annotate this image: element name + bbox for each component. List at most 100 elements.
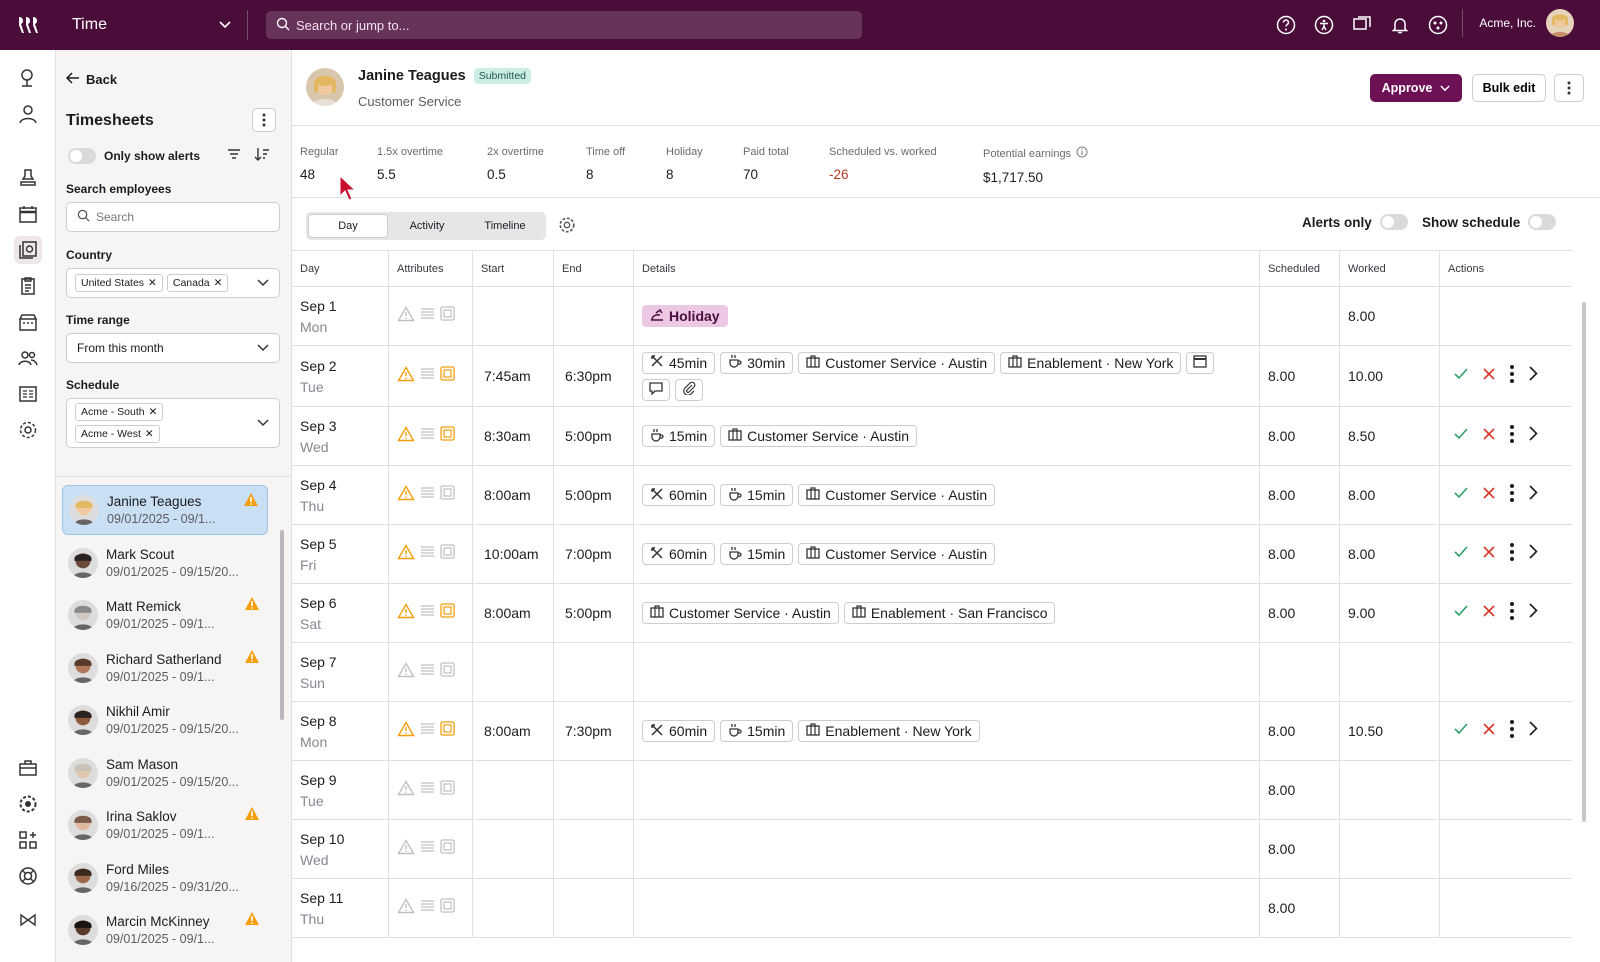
employee-list-item[interactable]: Ford Miles 09/16/2025 - 09/31/20... bbox=[62, 853, 268, 903]
notes-icon[interactable] bbox=[420, 367, 435, 386]
end-time-cell[interactable]: 7:30pm bbox=[553, 702, 633, 760]
employee-list-scrollbar[interactable] bbox=[280, 530, 284, 720]
notes-icon[interactable] bbox=[420, 604, 435, 623]
notes-icon[interactable] bbox=[420, 486, 435, 505]
photo-icon[interactable] bbox=[440, 780, 455, 800]
rest-break-pill[interactable]: 30min bbox=[720, 351, 794, 374]
table-row[interactable]: Sep 8 Mon 8:00am 7:30pm 60min 15min Enablement… bbox=[292, 702, 1572, 761]
column-header-worked[interactable]: Worked bbox=[1339, 251, 1439, 287]
view-settings-gear-icon[interactable] bbox=[558, 216, 576, 239]
column-header-scheduled[interactable]: Scheduled bbox=[1259, 251, 1339, 287]
location-pin-icon[interactable] bbox=[14, 64, 42, 92]
row-kebab-icon[interactable] bbox=[1510, 483, 1514, 507]
global-search[interactable] bbox=[266, 11, 862, 39]
department-location-pill[interactable]: Enablement · San Francisco bbox=[843, 602, 1056, 624]
user-avatar[interactable] bbox=[1546, 9, 1574, 37]
row-kebab-icon[interactable] bbox=[1510, 424, 1514, 448]
calendar-icon[interactable] bbox=[14, 200, 42, 228]
remove-chip-icon[interactable]: ✕ bbox=[148, 277, 157, 289]
start-time-cell[interactable] bbox=[472, 820, 553, 878]
meal-break-pill[interactable]: 60min bbox=[642, 484, 716, 506]
photo-icon[interactable] bbox=[440, 839, 455, 859]
end-time-cell[interactable] bbox=[553, 287, 633, 345]
notes-icon[interactable] bbox=[420, 427, 435, 446]
warning-icon[interactable] bbox=[397, 720, 415, 742]
collapse-sidebar-icon[interactable] bbox=[14, 906, 42, 934]
chevron-right-icon[interactable] bbox=[1529, 485, 1538, 505]
reject-x-icon[interactable] bbox=[1483, 545, 1495, 563]
back-button[interactable]: Back bbox=[65, 72, 117, 87]
table-row[interactable]: Sep 1 Mon Holiday 8.00 bbox=[292, 287, 1572, 346]
tab-activity[interactable]: Activity bbox=[388, 214, 466, 238]
country-select[interactable]: United States ✕ Canada ✕ bbox=[66, 268, 280, 298]
start-time-cell[interactable]: 7:45am bbox=[472, 346, 553, 406]
column-header-attributes[interactable]: Attributes bbox=[388, 251, 472, 287]
report-icon[interactable] bbox=[14, 380, 42, 408]
start-time-cell[interactable] bbox=[472, 879, 553, 937]
photo-icon[interactable] bbox=[440, 366, 455, 386]
clipboard-icon[interactable] bbox=[14, 272, 42, 300]
column-header-start[interactable]: Start bbox=[472, 251, 553, 287]
show-schedule-toggle[interactable] bbox=[1528, 214, 1557, 230]
start-time-cell[interactable]: 8:30am bbox=[472, 407, 553, 465]
table-row[interactable]: Sep 6 Sat 8:00am 5:00pm Customer Service · A… bbox=[292, 584, 1572, 643]
photo-icon[interactable] bbox=[440, 898, 455, 918]
department-location-pill[interactable]: Enablement · New York bbox=[1000, 351, 1182, 374]
end-time-cell[interactable]: 7:00pm bbox=[553, 525, 633, 583]
remove-chip-icon[interactable]: ✕ bbox=[149, 406, 158, 418]
department-location-pill[interactable]: Customer Service · Austin bbox=[642, 602, 839, 624]
row-kebab-icon[interactable] bbox=[1510, 601, 1514, 625]
approve-button[interactable]: Approve bbox=[1370, 74, 1462, 102]
accessibility-icon[interactable] bbox=[1310, 11, 1338, 39]
start-time-cell[interactable] bbox=[472, 643, 553, 701]
attachment-pill[interactable] bbox=[675, 378, 703, 401]
settings-gear-icon[interactable] bbox=[14, 416, 42, 444]
photo-icon[interactable] bbox=[440, 306, 455, 326]
company-menu[interactable]: Acme, Inc. bbox=[1462, 9, 1574, 37]
rest-break-pill[interactable]: 15min bbox=[642, 425, 716, 447]
chevron-right-icon[interactable] bbox=[1529, 426, 1538, 446]
more-options-button[interactable] bbox=[1554, 74, 1584, 102]
column-header-end[interactable]: End bbox=[553, 251, 633, 287]
warning-icon[interactable] bbox=[397, 365, 415, 387]
people-icon[interactable] bbox=[14, 344, 42, 372]
photo-icon[interactable] bbox=[440, 721, 455, 741]
table-row[interactable]: Sep 3 Wed 8:30am 5:00pm 15min Customer Servic… bbox=[292, 407, 1572, 466]
warning-icon[interactable] bbox=[397, 425, 415, 447]
bulk-edit-button[interactable]: Bulk edit bbox=[1472, 74, 1546, 102]
person-icon[interactable] bbox=[14, 100, 42, 128]
photo-icon[interactable] bbox=[440, 603, 455, 623]
employee-list-item[interactable]: Mark Scout 09/01/2025 - 09/15/20... bbox=[62, 538, 268, 588]
column-header-day[interactable]: Day bbox=[292, 251, 388, 287]
chevron-right-icon[interactable] bbox=[1529, 544, 1538, 564]
notes-icon[interactable] bbox=[420, 899, 435, 918]
briefcase-icon[interactable] bbox=[14, 754, 42, 782]
chat-icon[interactable] bbox=[1348, 11, 1376, 39]
warning-icon[interactable] bbox=[397, 897, 415, 919]
employee-list-item[interactable]: Janine Teagues 09/01/2025 - 09/1... bbox=[62, 485, 268, 535]
approve-check-icon[interactable] bbox=[1454, 367, 1468, 385]
column-header-actions[interactable]: Actions bbox=[1439, 251, 1572, 287]
employee-list-item[interactable]: Sam Mason 09/01/2025 - 09/15/20... bbox=[62, 748, 268, 798]
notes-icon[interactable] bbox=[420, 663, 435, 682]
start-time-cell[interactable]: 8:00am bbox=[472, 466, 553, 524]
comment-pill[interactable] bbox=[642, 378, 670, 401]
start-time-cell[interactable] bbox=[472, 761, 553, 819]
holiday-pill[interactable]: Holiday bbox=[642, 305, 728, 327]
rest-break-pill[interactable]: 15min bbox=[720, 543, 794, 565]
row-kebab-icon[interactable] bbox=[1510, 719, 1514, 743]
end-time-cell[interactable]: 5:00pm bbox=[553, 584, 633, 642]
warning-icon[interactable] bbox=[397, 838, 415, 860]
photo-icon[interactable] bbox=[440, 544, 455, 564]
table-row[interactable]: Sep 11 Thu 8.00 bbox=[292, 879, 1572, 938]
meal-break-pill[interactable]: 60min bbox=[642, 543, 716, 565]
start-time-cell[interactable] bbox=[472, 287, 553, 345]
chevron-right-icon[interactable] bbox=[1529, 603, 1538, 623]
table-row[interactable]: Sep 4 Thu 8:00am 5:00pm 60min 15min Customer S… bbox=[292, 466, 1572, 525]
approve-check-icon[interactable] bbox=[1454, 545, 1468, 563]
employee-list-item[interactable]: Irina Saklov 09/01/2025 - 09/1... bbox=[62, 800, 268, 850]
table-row[interactable]: Sep 7 Sun bbox=[292, 643, 1572, 702]
column-header-details[interactable]: Details bbox=[633, 251, 1259, 287]
warning-icon[interactable] bbox=[397, 484, 415, 506]
table-row[interactable]: Sep 9 Tue 8.00 bbox=[292, 761, 1572, 820]
